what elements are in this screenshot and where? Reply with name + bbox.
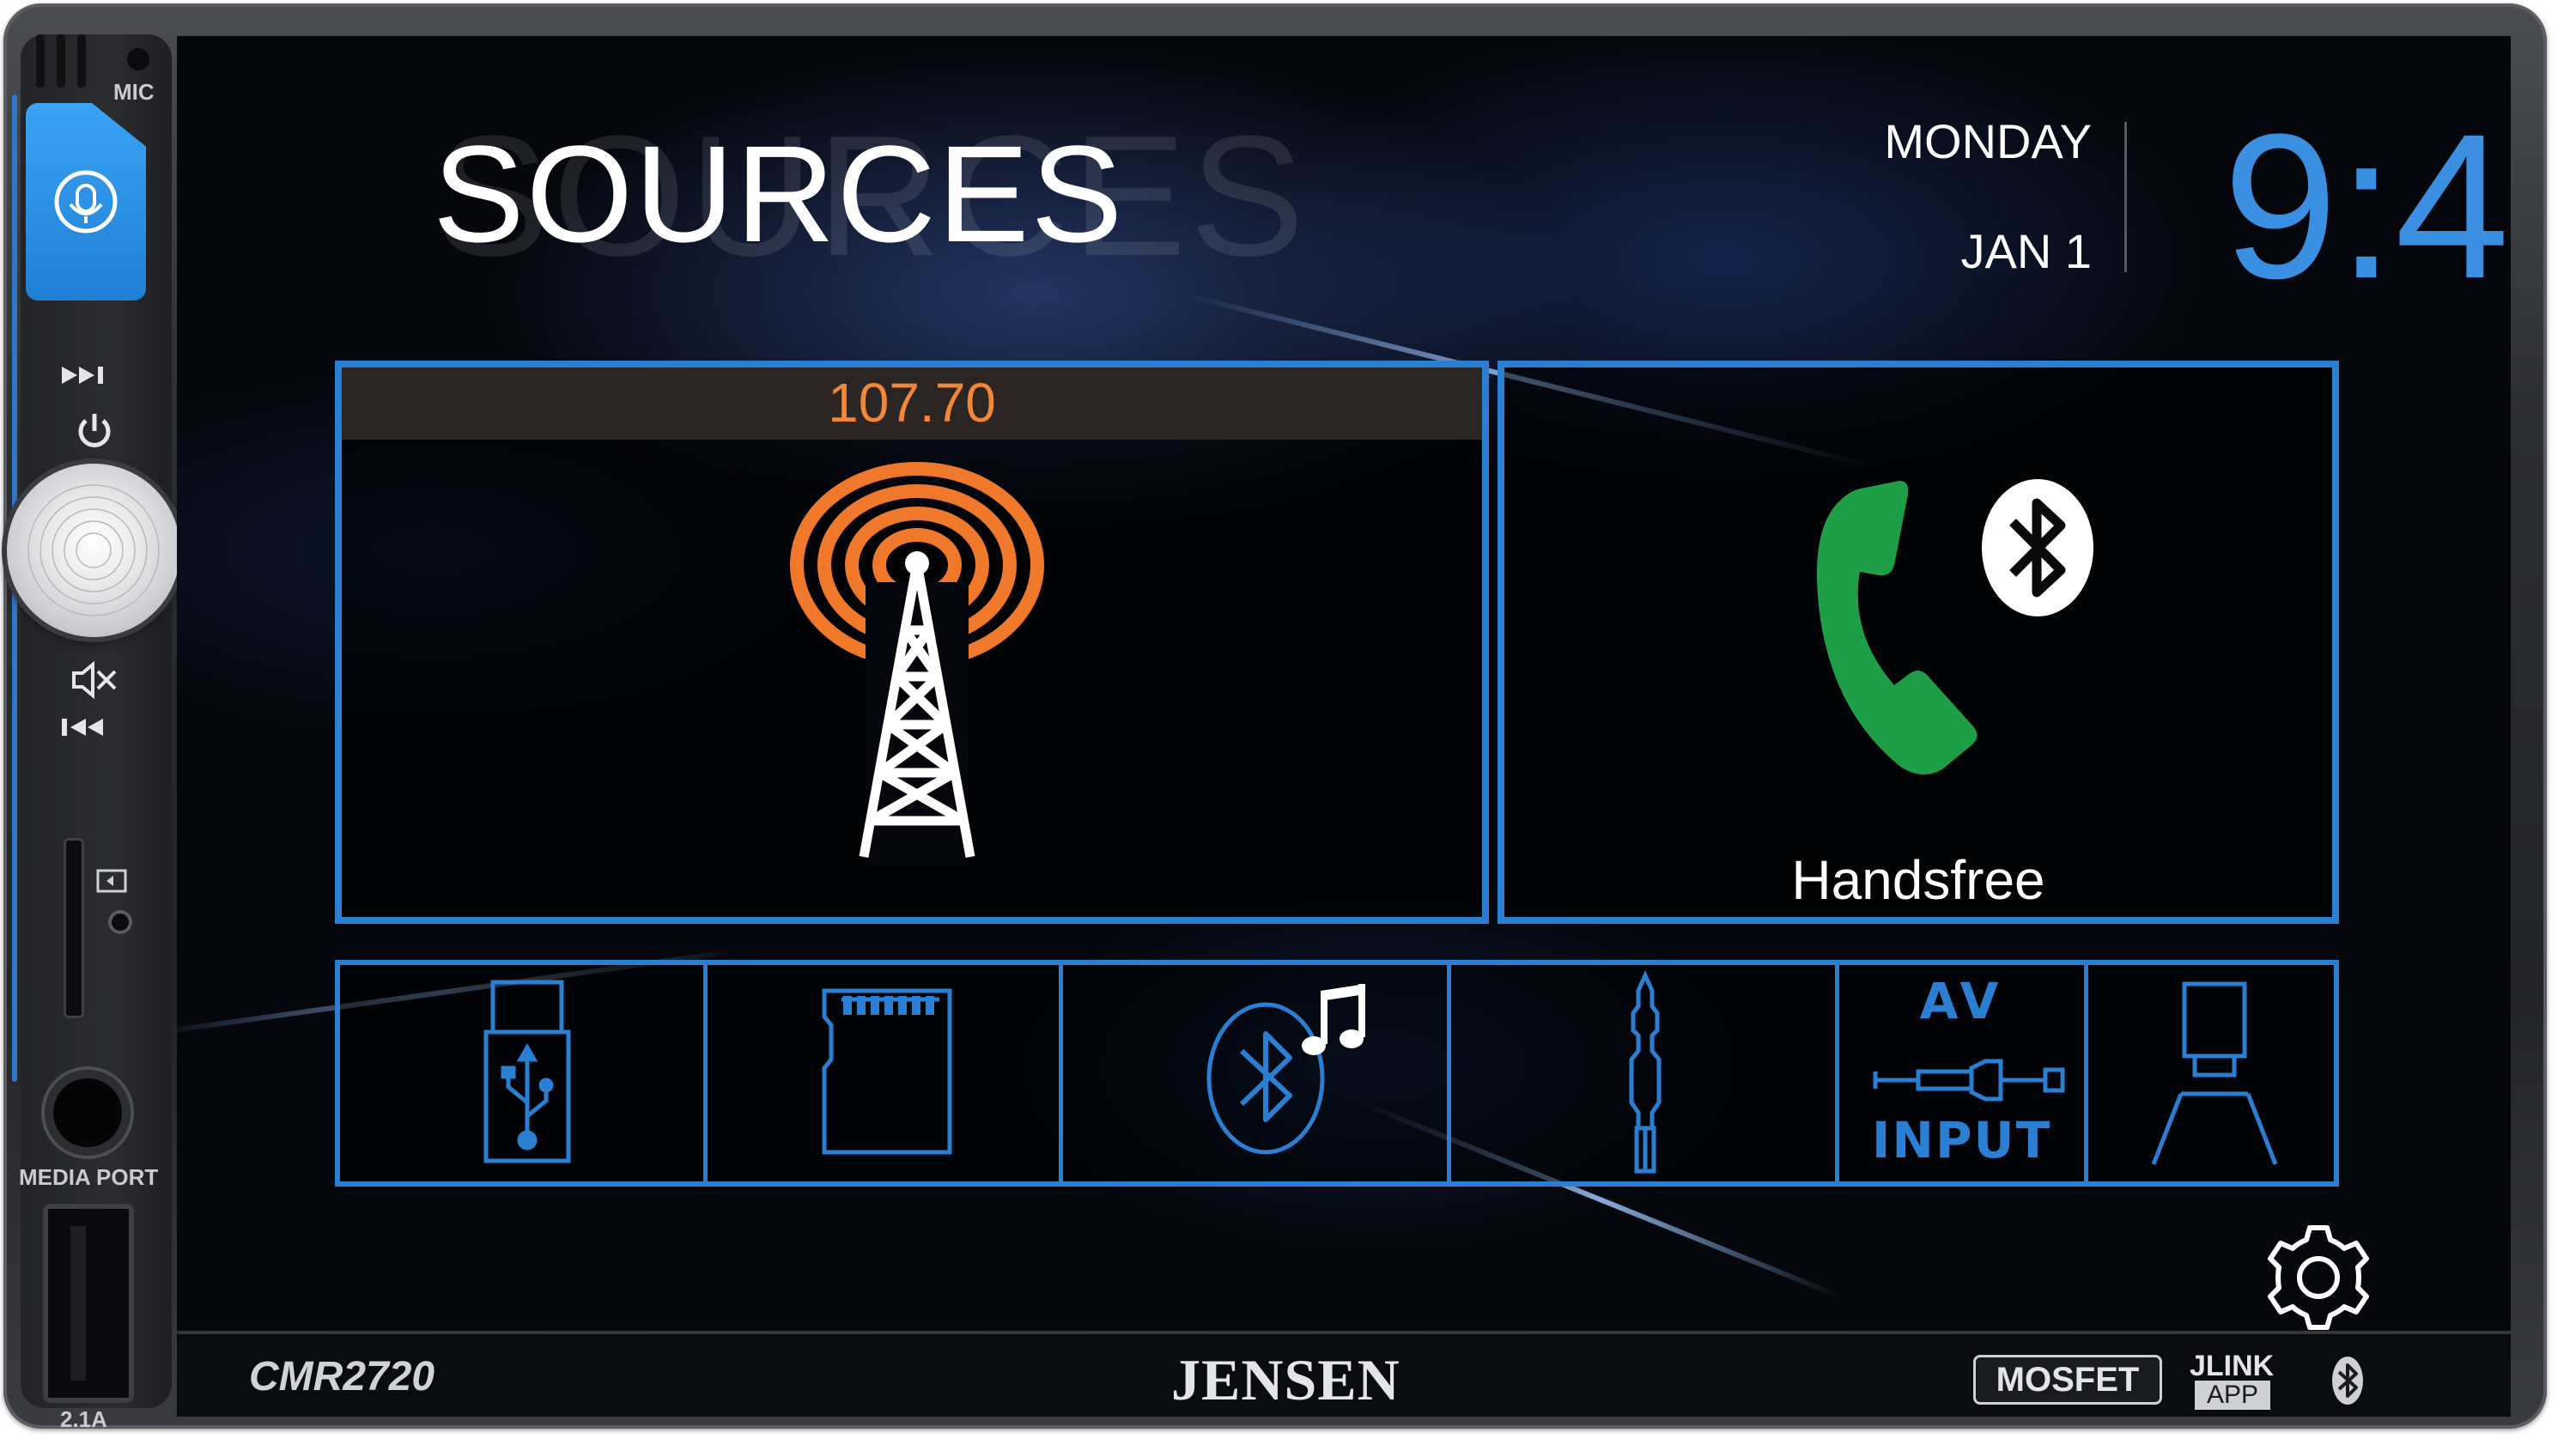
mic-label: MIC: [113, 79, 155, 105]
sd-slot-icon: [94, 867, 129, 898]
jlink-label: JLINK: [2190, 1350, 2275, 1382]
bluetooth-icon: [2332, 1357, 2363, 1405]
usb-current-label: 2.1A: [60, 1406, 107, 1432]
next-track-button[interactable]: [52, 354, 134, 397]
sd-card-icon: [822, 988, 952, 1155]
mic-grill: [36, 34, 96, 94]
bluetooth-icon: [2009, 498, 2066, 598]
av-label-bottom: INPUT: [1871, 1111, 2052, 1169]
sources-row: AV INPUT: [335, 960, 2339, 1187]
camera-icon: [2151, 981, 2278, 1165]
sd-card-slot[interactable]: [64, 838, 84, 1018]
power-icon: [78, 414, 111, 447]
app-label: APP: [2195, 1381, 2271, 1410]
volume-knob[interactable]: [7, 464, 180, 637]
mute-icon: [72, 660, 117, 700]
source-sd-card[interactable]: [708, 965, 1063, 1181]
reset-hole[interactable]: [108, 910, 132, 934]
radio-tile[interactable]: 107.70: [335, 361, 1489, 924]
usb-icon: [483, 980, 571, 1163]
aux-jack-icon: [1629, 969, 1662, 1174]
previous-track-button[interactable]: [52, 706, 134, 749]
source-camera[interactable]: [2088, 965, 2334, 1181]
knob-texture: [27, 484, 160, 616]
bluetooth-music-icon: [1206, 984, 1365, 1155]
clock: 9:41: [2222, 91, 2511, 321]
media-port-label: MEDIA PORT: [19, 1164, 159, 1190]
source-bluetooth-audio[interactable]: [1063, 965, 1451, 1181]
handsfree-tile[interactable]: Handsfree: [1498, 361, 2339, 924]
day-label: MONDAY: [1884, 114, 2092, 168]
previous-track-icon: [62, 719, 103, 736]
mosfet-badge: MOSFET: [1973, 1355, 2162, 1405]
handsfree-label: Handsfree: [1791, 849, 2045, 911]
mosfet-label: MOSFET: [1996, 1361, 2140, 1399]
mic-hole: [127, 48, 149, 70]
gear-icon: [2268, 1225, 2369, 1330]
usb-port[interactable]: [43, 1204, 134, 1403]
power-button[interactable]: [70, 407, 118, 455]
settings-button[interactable]: [2258, 1217, 2379, 1331]
radio-frequency: 107.70: [828, 372, 996, 434]
model-label: CMR2720: [249, 1354, 435, 1399]
touch-screen: SOURCES SOURCES MONDAY JAN 1 9:41 107.70: [177, 36, 2511, 1331]
microphone-icon: [54, 170, 118, 234]
bluetooth-badge: [1982, 479, 2093, 616]
bluetooth-logo: [2329, 1353, 2366, 1408]
next-track-icon: [62, 367, 103, 384]
source-usb[interactable]: [340, 965, 708, 1181]
radio-tower-icon: [790, 462, 1044, 865]
source-av-input[interactable]: AV INPUT: [1839, 965, 2088, 1181]
brand-logo: JENSEN: [1171, 1347, 1400, 1412]
page-title: SOURCES: [433, 117, 1125, 270]
voice-button[interactable]: [26, 103, 146, 301]
jlink-app-badge: JLINK APP: [2190, 1350, 2310, 1410]
av-label-top: AV: [1919, 972, 2004, 1030]
source-aux[interactable]: [1451, 965, 1839, 1181]
aux-jack[interactable]: [45, 1070, 131, 1156]
mute-button[interactable]: [67, 658, 122, 702]
date-label: JAN 1: [1960, 224, 2093, 278]
